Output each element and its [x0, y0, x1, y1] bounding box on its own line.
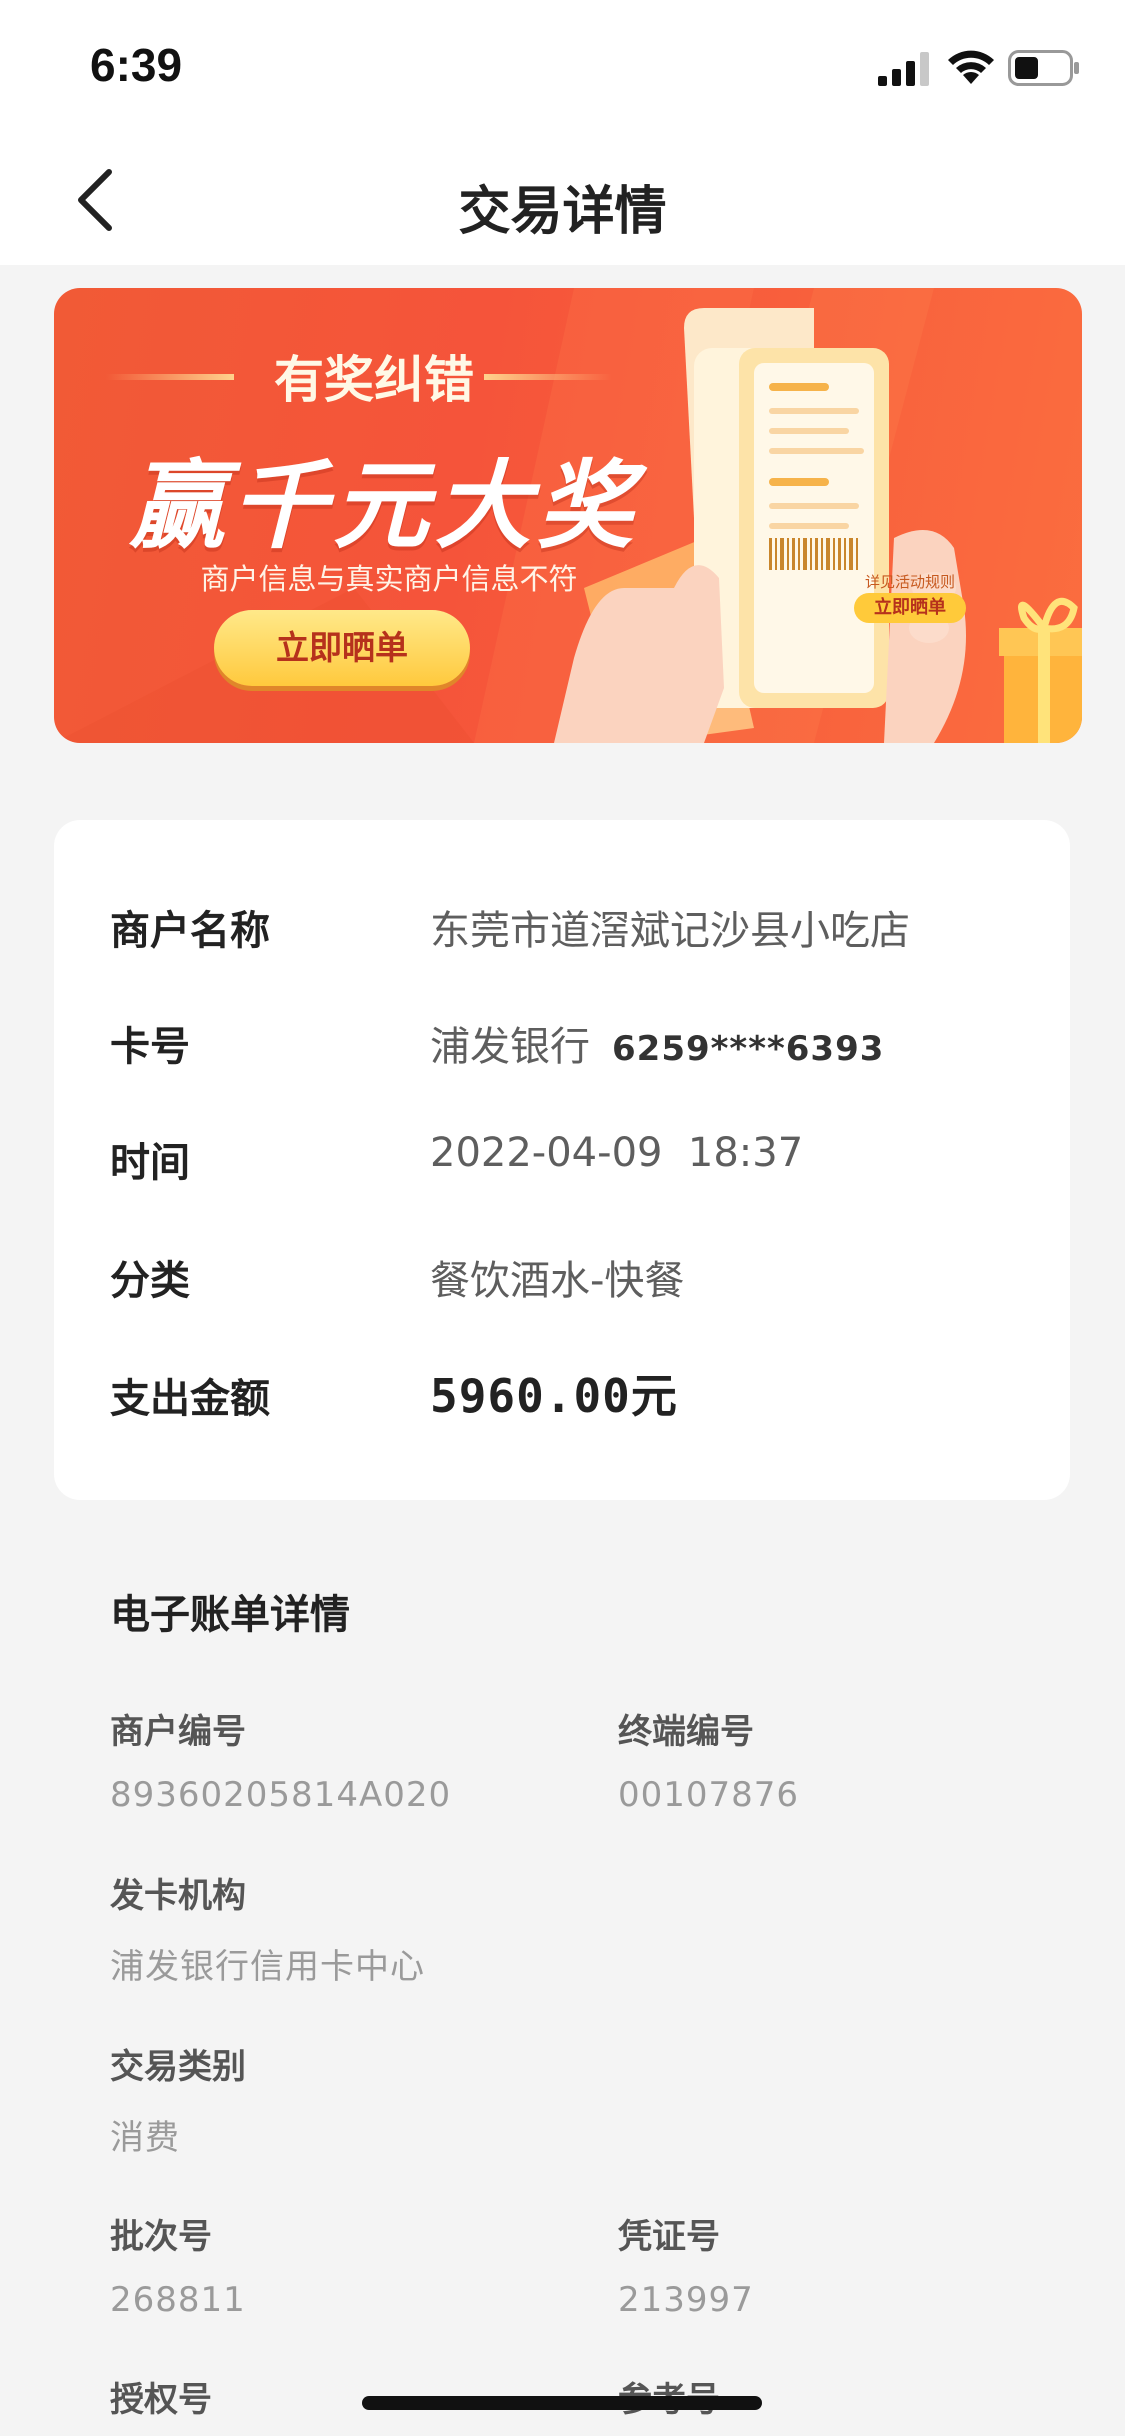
merchant-name-value: 东莞市道滘斌记沙县小吃店: [430, 908, 910, 954]
auth-no-field: 授权号: [110, 2372, 212, 2421]
banner-cta-button[interactable]: 立即晒单: [214, 610, 470, 686]
merchant-name-row: 商户名称 东莞市道滘斌记沙县小吃店: [54, 886, 1070, 966]
terminal-no-value: 00107876: [618, 1775, 800, 1815]
time-value: 2022-04-09 18:37: [430, 1130, 804, 1176]
wifi-icon: [948, 50, 994, 84]
issuer-label: 发卡机构: [110, 1876, 246, 1916]
merchant-no-field: 商户编号 89360205814A020: [110, 1704, 451, 1815]
txn-type-value: 消费: [110, 2118, 180, 2158]
voucher-no-value: 213997: [618, 2280, 754, 2320]
auth-no-label: 授权号: [110, 2380, 212, 2420]
amount-row: 支出金额 5960.00元: [54, 1354, 1070, 1434]
terminal-no-label: 终端编号: [618, 1712, 754, 1752]
issuer-field: 发卡机构 浦发银行信用卡中心: [110, 1868, 425, 1988]
terminal-no-field: 终端编号 00107876: [618, 1704, 799, 1815]
promo-banner[interactable]: 有奖纠错 赢千元大奖 商户信息与真实商户信息不符 立即晒单 详见活动规则 立即晒…: [54, 288, 1082, 743]
card-value: 浦发银行 6259****6393: [430, 1014, 884, 1072]
signal-icon: [878, 52, 929, 86]
batch-no-label: 批次号: [110, 2217, 212, 2257]
card-number-row: 卡号 浦发银行 6259****6393: [54, 1002, 1070, 1082]
txn-type-field: 交易类别 消费: [110, 2039, 246, 2159]
receipt-rules-link[interactable]: 详见活动规则: [854, 571, 966, 592]
status-time: 6:39: [90, 39, 183, 91]
issuer-value: 浦发银行信用卡中心: [110, 1947, 425, 1987]
batch-no-field: 批次号 268811: [110, 2209, 246, 2320]
batch-no-value: 268811: [110, 2280, 246, 2320]
status-bar: 6:39: [0, 0, 1125, 135]
card-number: 6259****6393: [612, 1029, 885, 1069]
card-bank: 浦发银行: [430, 1024, 590, 1070]
category-label: 分类: [110, 1258, 190, 1304]
category-value: 餐饮酒水-快餐: [430, 1258, 685, 1304]
time-row: 时间 2022-04-09 18:37: [54, 1118, 1070, 1198]
ebill-section-title: 电子账单详情: [110, 1592, 350, 1638]
receipt-cta-button[interactable]: 立即晒单: [854, 593, 966, 623]
transaction-info-card: 商户名称 东莞市道滘斌记沙县小吃店 卡号 浦发银行 6259****6393 时间…: [54, 820, 1070, 1500]
merchant-no-value: 89360205814A020: [110, 1775, 452, 1815]
txn-type-label: 交易类别: [110, 2047, 246, 2087]
amount-number: 5960.00: [430, 1369, 631, 1423]
amount-value: 5960.00元: [430, 1360, 677, 1426]
voucher-no-label: 凭证号: [618, 2217, 720, 2257]
voucher-no-field: 凭证号 213997: [618, 2209, 754, 2320]
amount-label: 支出金额: [110, 1376, 270, 1422]
card-label: 卡号: [110, 1024, 190, 1070]
page-title: 交易详情: [458, 182, 667, 242]
time-label: 时间: [110, 1140, 190, 1186]
nav-bar: 交易详情: [0, 135, 1125, 265]
amount-unit: 元: [630, 1369, 677, 1423]
category-row[interactable]: 分类 餐饮酒水-快餐: [54, 1236, 1070, 1316]
merchant-name-label: 商户名称: [110, 908, 270, 954]
merchant-no-label: 商户编号: [110, 1712, 246, 1752]
home-indicator[interactable]: [362, 2396, 762, 2410]
battery-icon: [1008, 50, 1079, 86]
receipt-hand-illustration: [554, 308, 1082, 743]
